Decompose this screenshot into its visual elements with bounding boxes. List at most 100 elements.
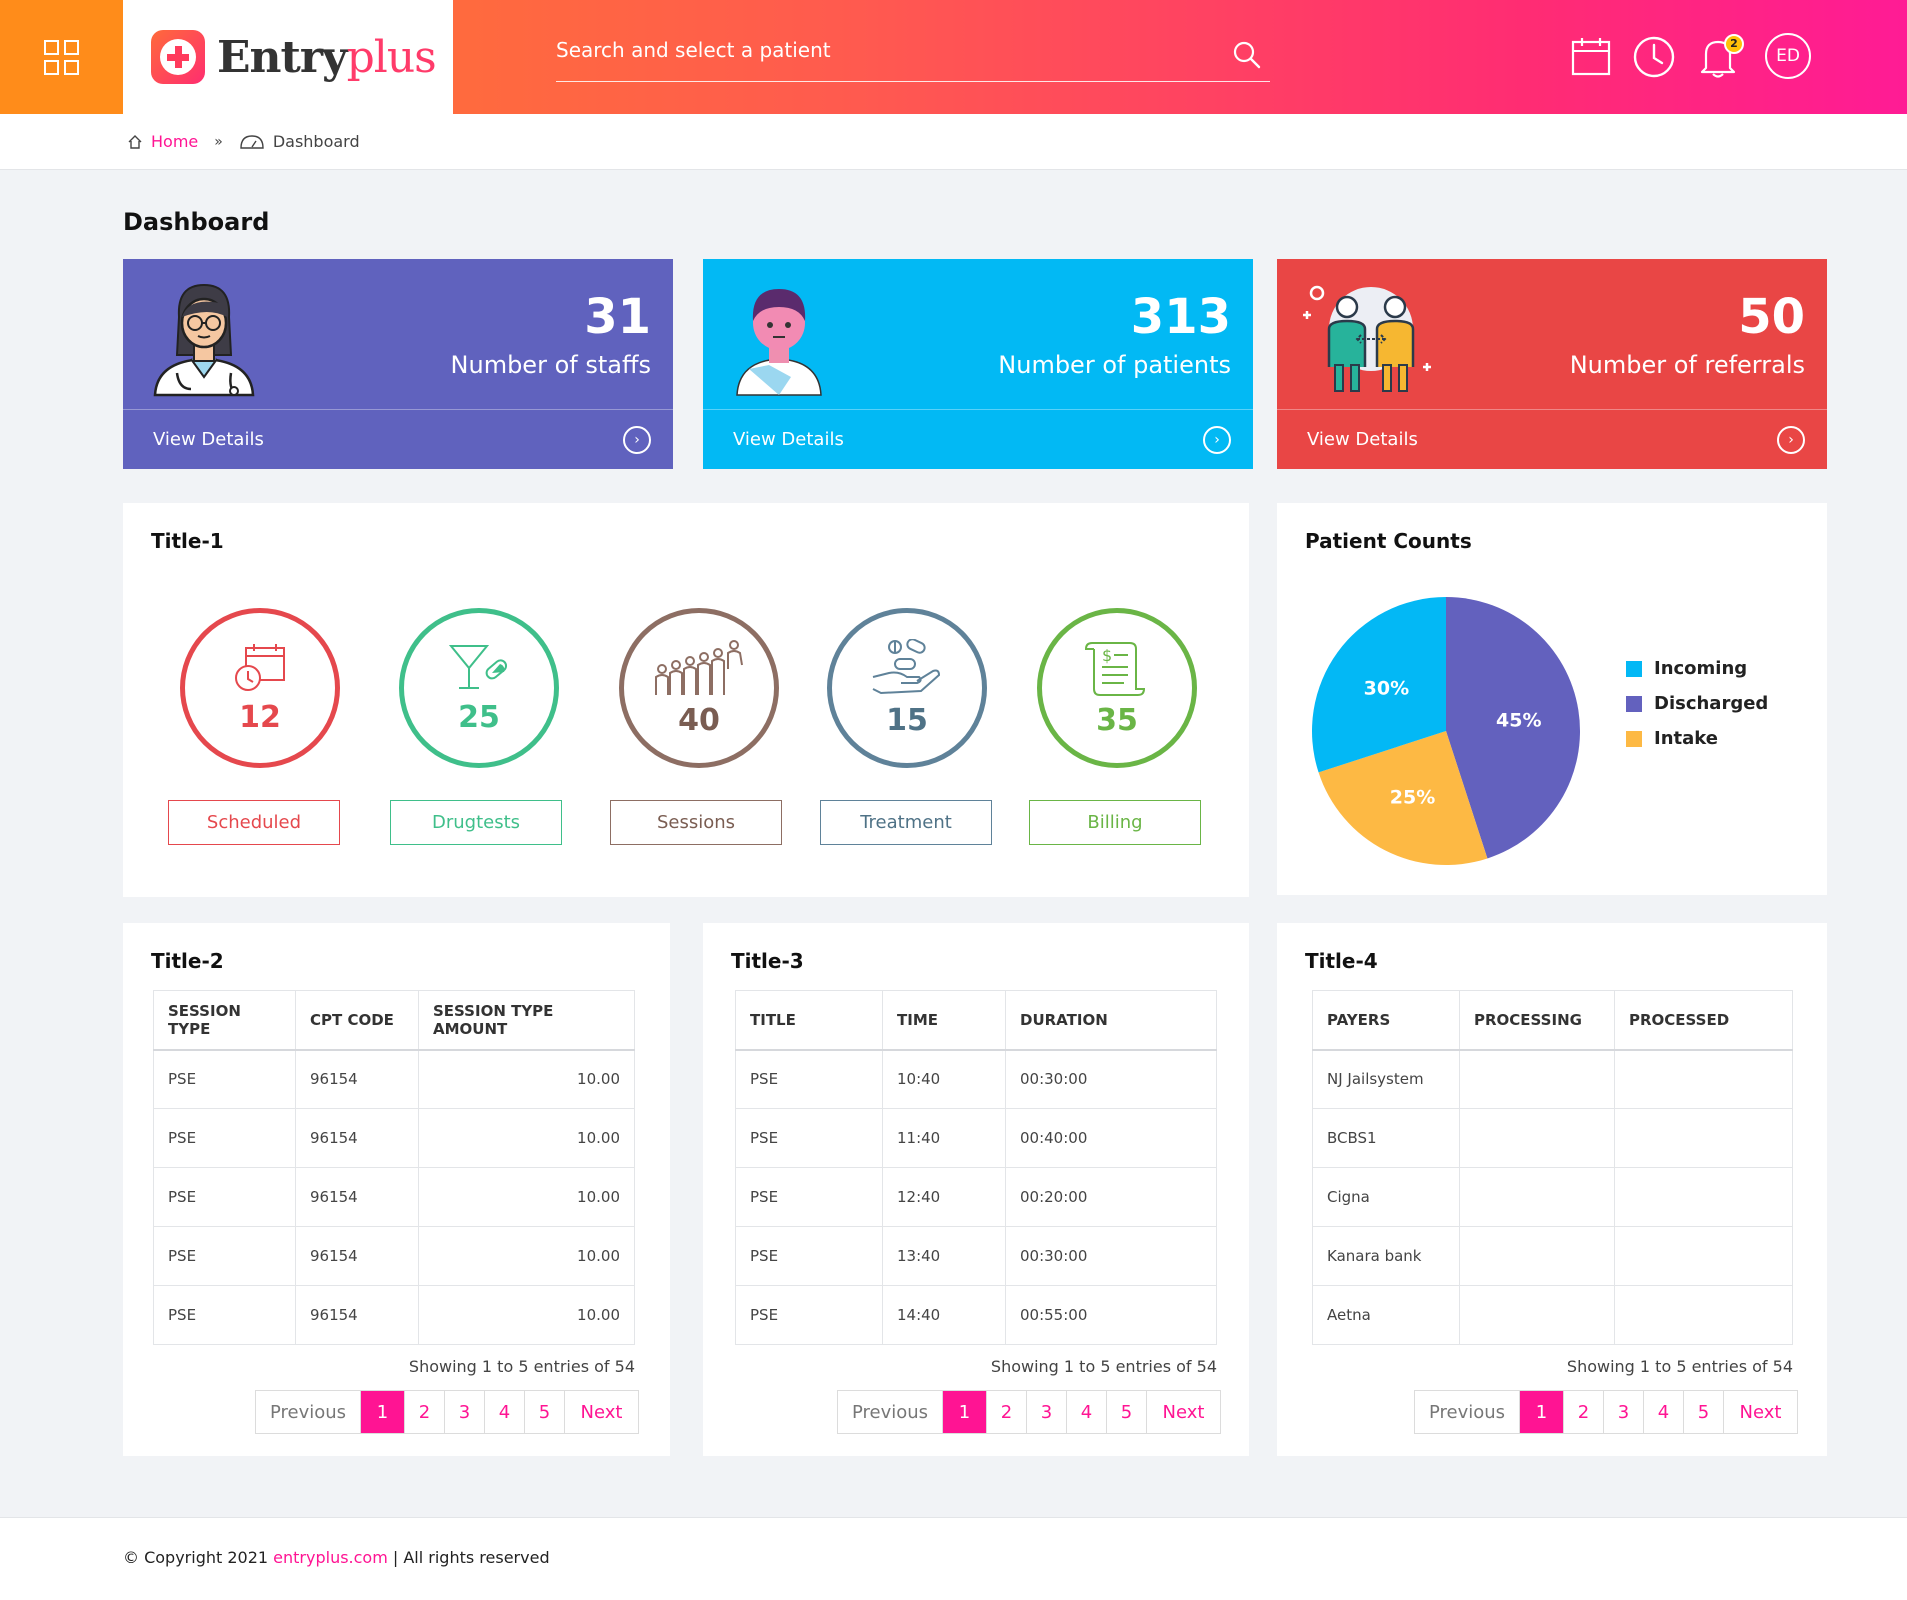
table-cell: PSE bbox=[735, 1108, 883, 1168]
pagination-next[interactable]: Next bbox=[1146, 1391, 1220, 1433]
pagination-page-3[interactable]: 3 bbox=[444, 1391, 484, 1433]
drugtests-button[interactable]: Drugtests bbox=[390, 800, 562, 845]
table-row: PSE 14:40 00:55:00 bbox=[735, 1285, 1217, 1345]
table-row: Aetna bbox=[1312, 1285, 1793, 1345]
pagination-page-2[interactable]: 2 bbox=[404, 1391, 444, 1433]
patients-label: Number of patients bbox=[998, 351, 1231, 379]
home-icon bbox=[128, 134, 142, 149]
billing-button[interactable]: Billing bbox=[1029, 800, 1201, 845]
table-cell: PSE bbox=[735, 1226, 883, 1286]
pagination-page-5[interactable]: 5 bbox=[1683, 1391, 1723, 1433]
breadcrumb-home-link[interactable]: Home bbox=[151, 132, 198, 151]
table-cell: 10.00 bbox=[418, 1049, 635, 1109]
breadcrumb-separator: » bbox=[214, 133, 223, 150]
pagination-page-3[interactable]: 3 bbox=[1026, 1391, 1066, 1433]
patient-counts-pie-chart: 45% 25% 30% bbox=[1312, 597, 1580, 865]
table-cell: 10.00 bbox=[418, 1285, 635, 1345]
pagination-previous[interactable]: Previous bbox=[838, 1391, 942, 1433]
pie-data-label: 45% bbox=[1496, 709, 1541, 731]
treatment-button[interactable]: Treatment bbox=[820, 800, 992, 845]
pagination-page-4[interactable]: 4 bbox=[484, 1391, 524, 1433]
title2-table: SESSION TYPE CPT CODE SESSION TYPE AMOUN… bbox=[153, 990, 635, 1345]
patients-count: 313 bbox=[1130, 289, 1231, 345]
drugtests-count: 25 bbox=[458, 699, 500, 735]
pagination-page-5[interactable]: 5 bbox=[524, 1391, 564, 1433]
group-people-icon bbox=[655, 639, 743, 695]
table-cell: 00:30:00 bbox=[1005, 1049, 1217, 1109]
user-avatar[interactable]: ED bbox=[1765, 33, 1811, 79]
calendar-clock-icon bbox=[235, 643, 285, 691]
site-link[interactable]: entryplus.com bbox=[273, 1548, 388, 1567]
table-cell: 00:20:00 bbox=[1005, 1167, 1217, 1227]
sessions-button[interactable]: Sessions bbox=[610, 800, 782, 845]
app-menu-button[interactable] bbox=[0, 0, 123, 114]
table-cell: Aetna bbox=[1312, 1285, 1460, 1345]
scheduled-ring: 12 bbox=[180, 608, 340, 768]
title3-entries-info: Showing 1 to 5 entries of 54 bbox=[990, 1357, 1217, 1376]
pagination-page-4[interactable]: 4 bbox=[1066, 1391, 1106, 1433]
pagination-page-1[interactable]: 1 bbox=[1519, 1391, 1563, 1433]
table-cell: 96154 bbox=[295, 1108, 419, 1168]
pagination-previous[interactable]: Previous bbox=[256, 1391, 360, 1433]
column-header[interactable]: CPT CODE bbox=[295, 990, 419, 1051]
chevron-right-icon: › bbox=[1203, 425, 1231, 454]
column-header[interactable]: PROCESSING bbox=[1459, 990, 1615, 1051]
title3-table: TITLE TIME DURATION PSE 10:40 00:30:00 PSE… bbox=[735, 990, 1217, 1345]
treatment-count: 15 bbox=[886, 702, 928, 738]
search-icon[interactable] bbox=[1232, 40, 1262, 70]
pagination-page-3[interactable]: 3 bbox=[1603, 1391, 1643, 1433]
drugtests-ring: 25 bbox=[399, 608, 559, 768]
title3-heading: Title-3 bbox=[731, 949, 804, 973]
title3-pagination: Previous 1 2 3 4 5 Next bbox=[837, 1390, 1221, 1434]
table-cell: 00:40:00 bbox=[1005, 1108, 1217, 1168]
referrals-card: 50 Number of referrals View Details › bbox=[1277, 259, 1827, 469]
search-input[interactable] bbox=[556, 32, 1196, 68]
column-header[interactable]: TITLE bbox=[735, 990, 883, 1051]
calendar-icon[interactable] bbox=[1571, 36, 1611, 76]
table-cell: 96154 bbox=[295, 1226, 419, 1286]
pagination-previous[interactable]: Previous bbox=[1415, 1391, 1519, 1433]
column-header[interactable]: TIME bbox=[882, 990, 1006, 1051]
footer: © Copyright 2021 entryplus.com | All rig… bbox=[0, 1517, 1907, 1600]
clock-icon[interactable] bbox=[1633, 36, 1675, 78]
title4-pagination: Previous 1 2 3 4 5 Next bbox=[1414, 1390, 1798, 1434]
pagination-next[interactable]: Next bbox=[1723, 1391, 1797, 1433]
pagination-next[interactable]: Next bbox=[564, 1391, 638, 1433]
scheduled-button[interactable]: Scheduled bbox=[168, 800, 340, 845]
hand-pills-icon bbox=[872, 638, 941, 694]
patient-avatar-icon bbox=[736, 289, 822, 396]
table-header-row: TITLE TIME DURATION bbox=[735, 990, 1217, 1051]
pagination-page-2[interactable]: 2 bbox=[1563, 1391, 1603, 1433]
pagination-page-4[interactable]: 4 bbox=[1643, 1391, 1683, 1433]
table-cell: PSE bbox=[735, 1167, 883, 1227]
patients-view-details[interactable]: View Details › bbox=[703, 409, 1253, 469]
patient-search bbox=[556, 32, 1270, 82]
legend-item-intake: Intake bbox=[1626, 728, 1768, 749]
invoice-scroll-icon: $ bbox=[1084, 641, 1146, 696]
svg-text:$: $ bbox=[1102, 646, 1112, 665]
logo-text: Entryplus bbox=[217, 31, 437, 83]
column-header[interactable]: SESSION TYPE AMOUNT bbox=[418, 990, 635, 1051]
legend-swatch bbox=[1626, 660, 1642, 677]
pagination-page-1[interactable]: 1 bbox=[942, 1391, 986, 1433]
grid-icon bbox=[44, 39, 79, 75]
referrals-view-details[interactable]: View Details › bbox=[1277, 409, 1827, 469]
table-row: PSE 96154 10.00 bbox=[153, 1226, 635, 1286]
pagination-page-2[interactable]: 2 bbox=[986, 1391, 1026, 1433]
logo[interactable]: Entryplus bbox=[123, 0, 453, 114]
pagination-page-5[interactable]: 5 bbox=[1106, 1391, 1146, 1433]
legend-item-discharged: Discharged bbox=[1626, 693, 1768, 714]
table-cell: 11:40 bbox=[882, 1108, 1006, 1168]
table-row: PSE 96154 10.00 bbox=[153, 1285, 635, 1345]
table-row: PSE 96154 10.00 bbox=[153, 1108, 635, 1168]
column-header[interactable]: SESSION TYPE bbox=[153, 990, 296, 1051]
pagination-page-1[interactable]: 1 bbox=[360, 1391, 404, 1433]
column-header[interactable]: PROCESSED bbox=[1614, 990, 1793, 1051]
pie-data-label: 25% bbox=[1390, 787, 1435, 809]
staffs-view-details[interactable]: View Details › bbox=[123, 409, 673, 469]
column-header[interactable]: DURATION bbox=[1005, 990, 1217, 1051]
column-header[interactable]: PAYERS bbox=[1312, 990, 1460, 1051]
legend-swatch bbox=[1626, 695, 1642, 712]
legend-swatch bbox=[1626, 730, 1642, 747]
treatment-ring: 15 bbox=[827, 608, 987, 768]
